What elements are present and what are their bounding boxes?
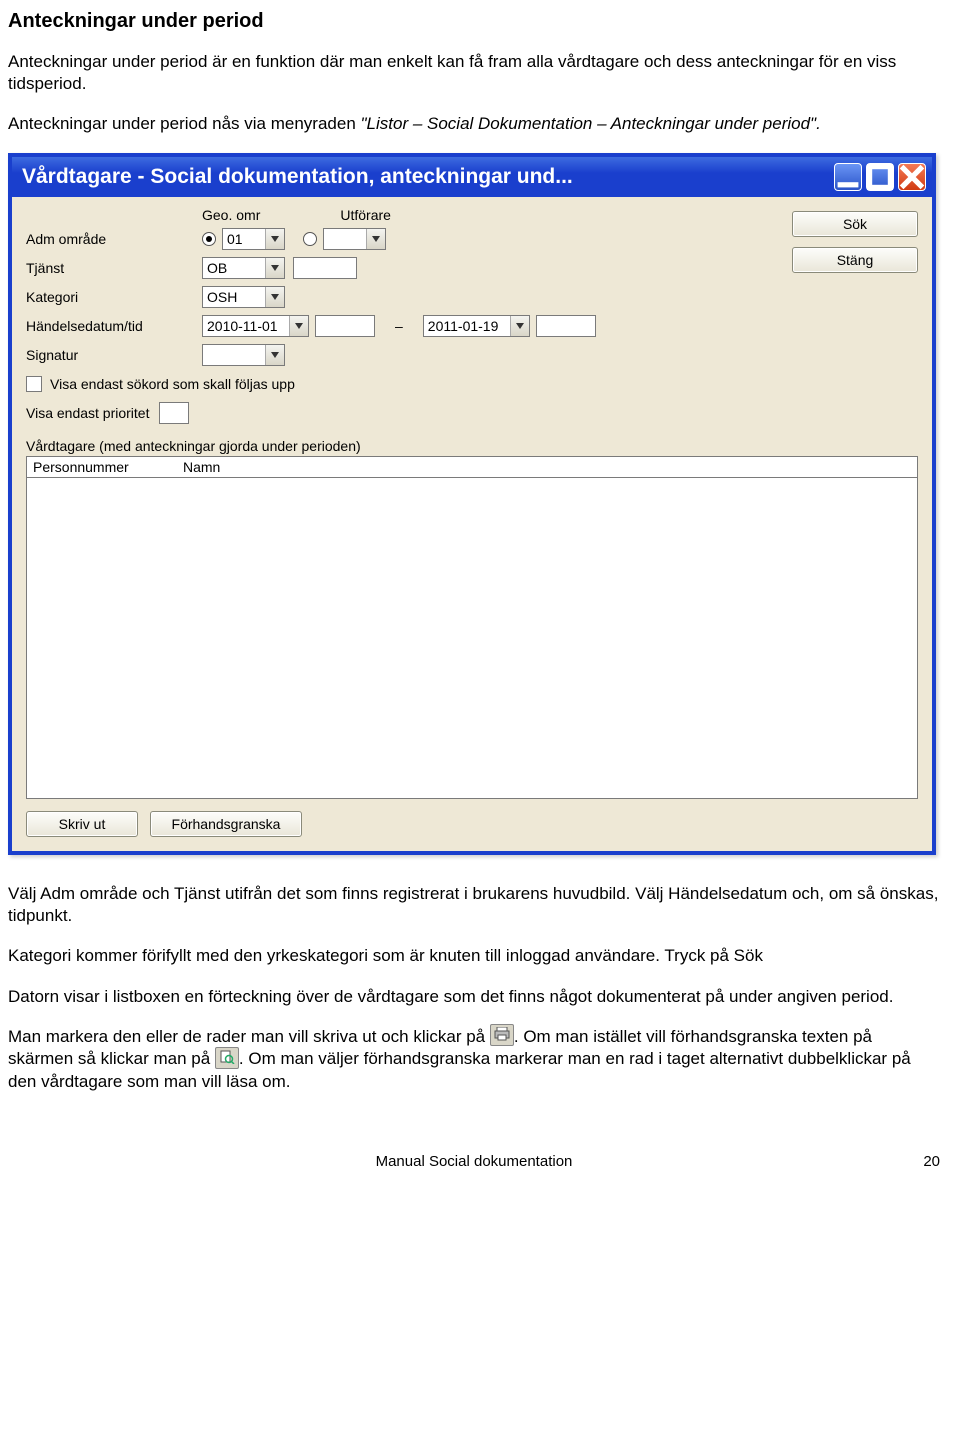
titlebar: Vårdtagare - Social dokumentation, antec… (12, 157, 932, 197)
close-button[interactable] (898, 163, 926, 191)
app-window: Vårdtagare - Social dokumentation, antec… (8, 153, 936, 855)
chevron-down-icon (289, 316, 308, 336)
label-signatur: Signatur (26, 347, 202, 363)
col-namn: Namn (183, 459, 220, 475)
radio-utforare[interactable] (303, 232, 317, 246)
label-visa-sokord: Visa endast sökord som skall följas upp (50, 376, 295, 392)
combo-date-to[interactable]: 2011-01-19 (423, 315, 530, 337)
combo-date-from[interactable]: 2010-11-01 (202, 315, 309, 337)
col-personnummer: Personnummer (33, 459, 163, 475)
combo-tjanst-value: OB (203, 260, 265, 276)
forhandsgranska-button[interactable]: Förhandsgranska (150, 811, 302, 837)
bottom-buttons: Skriv ut Förhandsgranska (26, 811, 918, 837)
footer: Manual Social dokumentation 20 (8, 1153, 940, 1170)
combo-adm-geo[interactable]: 01 (222, 228, 285, 250)
row-signatur: Signatur (26, 341, 792, 369)
paragraph-listbox: Datorn visar i listboxen en förteckning … (8, 986, 940, 1008)
chevron-down-icon (265, 345, 284, 365)
date-dash: – (375, 318, 423, 334)
header-utforare: Utförare (340, 207, 391, 223)
paragraph-print-preview: Man markera den eller de rader man vill … (8, 1026, 940, 1093)
label-adm: Adm område (26, 231, 202, 247)
header-geo: Geo. omr (202, 207, 260, 223)
intro-paragraph-2: Anteckningar under period nås via menyra… (8, 113, 940, 135)
row-handelse: Händelsedatum/tid 2010-11-01 – 2011-01-1… (26, 312, 792, 340)
intro2-plain: Anteckningar under period nås via menyra… (8, 114, 361, 133)
input-visa-prio[interactable] (159, 402, 189, 424)
date-from-value: 2010-11-01 (203, 318, 289, 334)
window-title: Vårdtagare - Social dokumentation, antec… (22, 165, 830, 189)
skriv-ut-button[interactable]: Skriv ut (26, 811, 138, 837)
intro2-path: "Listor – Social Dokumentation – Anteckn… (361, 114, 821, 133)
row-kategori: Kategori OSH (26, 283, 792, 311)
footer-page-number: 20 (900, 1153, 940, 1170)
row-visa-sokord: Visa endast sökord som skall följas upp (26, 370, 792, 398)
label-kategori: Kategori (26, 289, 202, 305)
chevron-down-icon (366, 229, 385, 249)
right-buttons: Sök Stäng (792, 207, 918, 428)
date-to-value: 2011-01-19 (424, 318, 510, 334)
chevron-down-icon (265, 287, 284, 307)
combo-signatur[interactable] (202, 344, 285, 366)
p5a: Man markera den eller de rader man vill … (8, 1027, 490, 1046)
input-time-from[interactable] (315, 315, 375, 337)
input-tjanst-extra[interactable] (293, 257, 357, 279)
sok-button[interactable]: Sök (792, 211, 918, 237)
combo-adm-utf[interactable] (323, 228, 386, 250)
minimize-button[interactable] (834, 163, 862, 191)
chevron-down-icon (265, 229, 284, 249)
printer-icon (490, 1024, 514, 1046)
label-visa-prio: Visa endast prioritet (26, 405, 149, 421)
stang-button[interactable]: Stäng (792, 247, 918, 273)
footer-center: Manual Social dokumentation (48, 1153, 900, 1170)
checkbox-visa-sokord[interactable] (26, 376, 42, 392)
radio-geo[interactable] (202, 232, 216, 246)
combo-kategori[interactable]: OSH (202, 286, 285, 308)
intro-paragraph-1: Anteckningar under period är en funktion… (8, 51, 940, 95)
chevron-down-icon (510, 316, 529, 336)
list-header: Personnummer Namn (26, 456, 918, 477)
page-title: Anteckningar under period (8, 10, 940, 33)
input-time-to[interactable] (536, 315, 596, 337)
row-tjanst: Tjänst OB (26, 254, 792, 282)
list-caption: Vårdtagare (med anteckningar gjorda unde… (26, 438, 918, 454)
list-area: Vårdtagare (med anteckningar gjorda unde… (26, 438, 918, 799)
combo-tjanst[interactable]: OB (202, 257, 285, 279)
combo-adm-geo-value: 01 (223, 231, 265, 247)
column-headers-row: Geo. omr Utförare (26, 207, 792, 223)
label-tjanst: Tjänst (26, 260, 202, 276)
maximize-button[interactable] (866, 163, 894, 191)
paragraph-adm-tjanst: Välj Adm område och Tjänst utifrån det s… (8, 883, 940, 927)
app-body: Geo. omr Utförare Adm område 01 (12, 197, 932, 851)
chevron-down-icon (265, 258, 284, 278)
combo-kategori-value: OSH (203, 289, 265, 305)
paragraph-kategori: Kategori kommer förifyllt med den yrkesk… (8, 945, 940, 967)
row-visa-prio: Visa endast prioritet (26, 399, 792, 427)
magnifier-icon (215, 1047, 239, 1069)
list-box[interactable] (26, 477, 918, 799)
label-handelse: Händelsedatum/tid (26, 318, 202, 334)
row-adm: Adm område 01 (26, 225, 792, 253)
